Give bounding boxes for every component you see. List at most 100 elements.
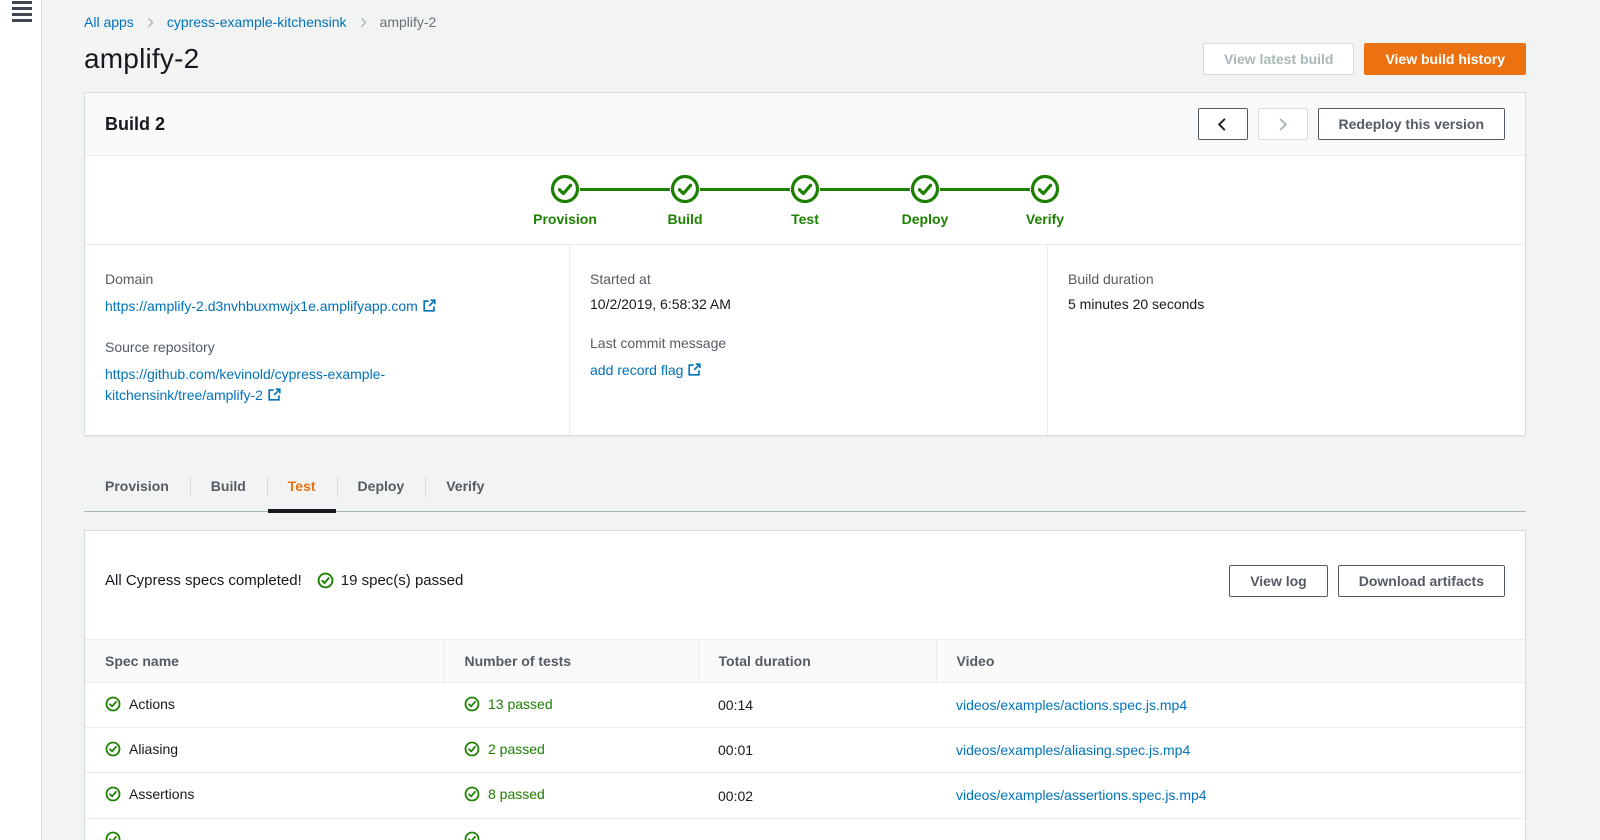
test-results-card: All Cypress specs completed! 19 spec(s) … — [84, 530, 1526, 840]
test-banner-actions: View log Download artifacts — [1229, 565, 1505, 597]
chevron-right-icon — [358, 17, 369, 28]
step-label: Deploy — [902, 211, 949, 227]
build-progress-steps: Provision Build Test Deplo — [85, 156, 1525, 244]
last-commit-field: Last commit message add record flag — [590, 335, 1027, 380]
spec-results-table: Spec name Number of tests Total duration… — [85, 639, 1525, 840]
page-header-actions: View latest build View build history — [1203, 43, 1526, 75]
check-circle-icon — [464, 741, 480, 757]
test-summary: All Cypress specs completed! 19 spec(s) … — [105, 572, 463, 589]
view-build-history-button[interactable]: View build history — [1364, 43, 1526, 75]
table-row: Aliasing 2 passed 00:01 videos/examples/… — [85, 728, 1525, 773]
started-at-field: Started at 10/2/2019, 6:58:32 AM — [590, 271, 1027, 312]
video-link[interactable]: videos/examples/assertions.spec.js.mp4 — [956, 787, 1207, 803]
redeploy-button[interactable]: Redeploy this version — [1318, 108, 1505, 140]
build-duration-value: 5 minutes 20 seconds — [1068, 296, 1505, 312]
last-commit-link[interactable]: add record flag — [590, 362, 701, 378]
build-card: Build 2 Redeploy this version — [84, 92, 1526, 436]
build-details: Domain https://amplify-2.d3nvhbuxmwjx1e.… — [85, 244, 1525, 435]
step-connector — [820, 188, 910, 191]
table-row: Assertions 8 passed 00:02 videos/example… — [85, 773, 1525, 818]
source-repository-link[interactable]: https://github.com/kevinold/cypress-exam… — [105, 364, 450, 405]
spec-name: Aliasing — [129, 741, 178, 757]
table-row-partial — [85, 818, 1525, 840]
step-connector — [580, 188, 670, 191]
step-test: Test — [790, 174, 820, 204]
main-content: All apps cypress-example-kitchensink amp… — [42, 0, 1600, 840]
tab-build[interactable]: Build — [190, 464, 267, 511]
source-repository-label: Source repository — [105, 339, 549, 355]
step-deploy: Deploy — [910, 174, 940, 204]
step-build: Build — [670, 174, 700, 204]
chevron-right-icon — [1275, 117, 1290, 132]
view-latest-build-button[interactable]: View latest build — [1203, 43, 1354, 75]
column-header-total-duration: Total duration — [698, 639, 936, 682]
details-column-commit: Started at 10/2/2019, 6:58:32 AM Last co… — [569, 245, 1047, 435]
step-label: Verify — [1026, 211, 1064, 227]
stage-tabs: Provision Build Test Deploy Verify — [84, 464, 1526, 512]
step-label: Test — [791, 211, 819, 227]
tests-passed: 8 passed — [488, 786, 545, 802]
domain-field: Domain https://amplify-2.d3nvhbuxmwjx1e.… — [105, 271, 549, 316]
tests-passed: 2 passed — [488, 741, 545, 757]
total-duration: 00:14 — [718, 697, 753, 713]
total-duration: 00:02 — [718, 788, 753, 804]
details-column-domain: Domain https://amplify-2.d3nvhbuxmwjx1e.… — [85, 245, 569, 435]
domain-link[interactable]: https://amplify-2.d3nvhbuxmwjx1e.amplify… — [105, 298, 436, 314]
tests-passed: 13 passed — [488, 696, 553, 712]
check-circle-icon — [105, 696, 121, 712]
left-navigation-rail — [0, 0, 42, 840]
spec-name: Assertions — [129, 786, 194, 802]
page-title: amplify-2 — [84, 43, 199, 75]
breadcrumb-app[interactable]: cypress-example-kitchensink — [167, 14, 347, 30]
chevron-left-icon — [1215, 117, 1230, 132]
step-verify: Verify — [1030, 174, 1060, 204]
build-duration-label: Build duration — [1068, 271, 1505, 287]
build-card-actions: Redeploy this version — [1198, 108, 1505, 140]
specs-passed-text: 19 spec(s) passed — [341, 572, 464, 589]
tab-verify[interactable]: Verify — [425, 464, 505, 511]
check-circle-icon — [550, 174, 580, 204]
build-duration-field: Build duration 5 minutes 20 seconds — [1068, 271, 1505, 312]
check-circle-icon — [105, 831, 121, 840]
specs-passed-badge: 19 spec(s) passed — [317, 572, 464, 589]
hamburger-menu-icon[interactable] — [12, 1, 32, 25]
step-provision: Provision — [550, 174, 580, 204]
tab-provision[interactable]: Provision — [84, 464, 190, 511]
chevron-right-icon — [145, 17, 156, 28]
video-link[interactable]: videos/examples/actions.spec.js.mp4 — [956, 697, 1187, 713]
step-connector — [700, 188, 790, 191]
external-link-icon — [688, 363, 701, 376]
domain-label: Domain — [105, 271, 549, 287]
next-build-button[interactable] — [1258, 108, 1308, 140]
breadcrumb-all-apps[interactable]: All apps — [84, 14, 134, 30]
build-title: Build 2 — [105, 114, 165, 135]
step-connector — [940, 188, 1030, 191]
details-column-duration: Build duration 5 minutes 20 seconds — [1047, 245, 1525, 435]
test-summary-text: All Cypress specs completed! — [105, 572, 302, 589]
external-link-icon — [268, 388, 281, 401]
video-link[interactable]: videos/examples/aliasing.spec.js.mp4 — [956, 742, 1190, 758]
previous-build-button[interactable] — [1198, 108, 1248, 140]
started-at-value: 10/2/2019, 6:58:32 AM — [590, 296, 1027, 312]
build-card-header: Build 2 Redeploy this version — [85, 93, 1525, 156]
step-label: Provision — [533, 211, 597, 227]
check-circle-icon — [317, 572, 334, 589]
column-header-spec-name: Spec name — [85, 639, 444, 682]
tab-deploy[interactable]: Deploy — [337, 464, 426, 511]
column-header-video: Video — [936, 639, 1525, 682]
table-row: Actions 13 passed 00:14 videos/examples/… — [85, 682, 1525, 727]
check-circle-icon — [670, 174, 700, 204]
check-circle-icon — [790, 174, 820, 204]
check-circle-icon — [105, 786, 121, 802]
check-circle-icon — [105, 741, 121, 757]
test-summary-banner: All Cypress specs completed! 19 spec(s) … — [85, 559, 1525, 603]
tab-test[interactable]: Test — [267, 464, 337, 511]
source-repository-field: Source repository https://github.com/kev… — [105, 339, 549, 405]
download-artifacts-button[interactable]: Download artifacts — [1338, 565, 1505, 597]
check-circle-icon — [464, 831, 480, 840]
check-circle-icon — [910, 174, 940, 204]
spec-name: Actions — [129, 696, 175, 712]
breadcrumb-current: amplify-2 — [380, 14, 437, 30]
view-log-button[interactable]: View log — [1229, 565, 1328, 597]
table-header-row: Spec name Number of tests Total duration… — [85, 639, 1525, 682]
